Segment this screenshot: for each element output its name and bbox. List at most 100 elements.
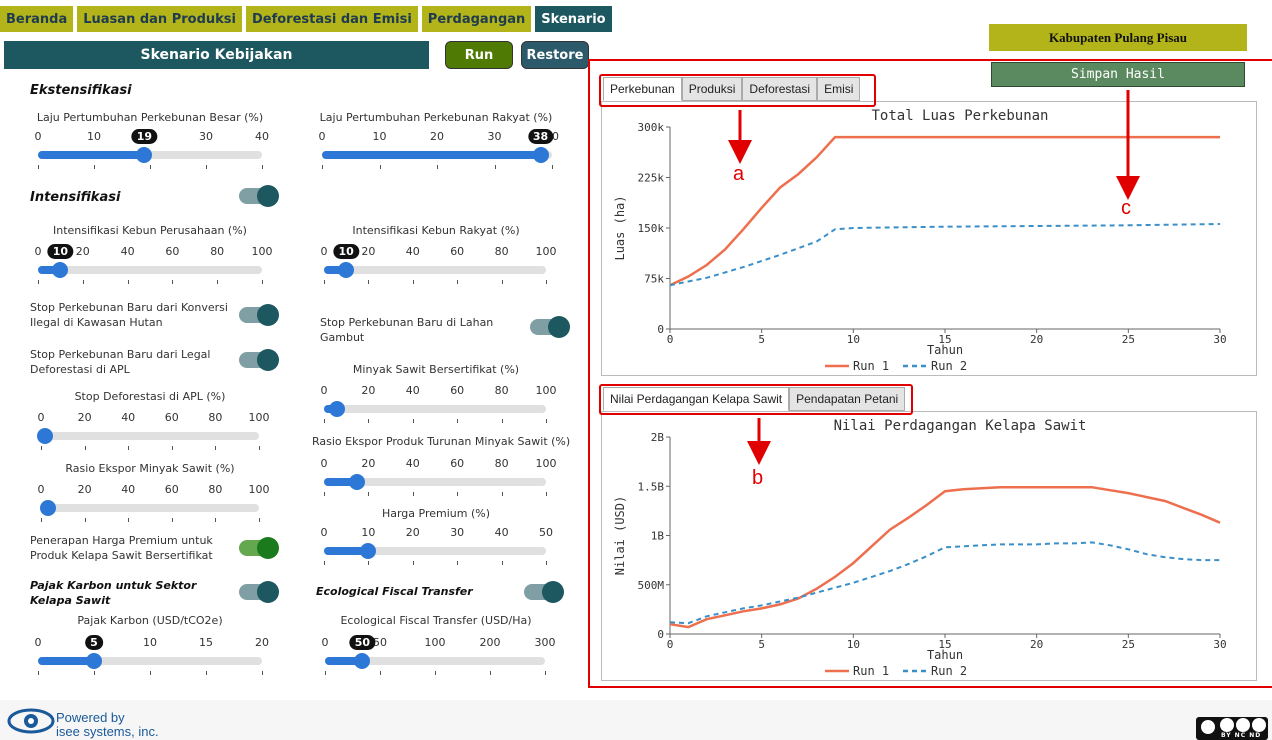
slider-tick-label: 50: [539, 526, 553, 539]
slider-tick: [494, 165, 496, 169]
slider-tick-label: 100: [251, 245, 273, 258]
slider-tick-label: 10: [143, 636, 157, 649]
slider-track[interactable]: [38, 266, 262, 274]
slider-tick-label: 20: [77, 483, 92, 496]
slider-tick: [38, 165, 39, 169]
label-rasio-turunan: Rasio Ekspor Produk Turunan Minyak Sawit…: [312, 435, 571, 448]
slider-tick-label: 80: [494, 384, 509, 397]
label-pajak-karbon: Pajak Karbon (USD/tCO2e): [77, 614, 223, 627]
toggle-stop-ilegal[interactable]: [239, 304, 279, 326]
x-axis-label: Tahun: [927, 648, 963, 662]
slider-track[interactable]: [324, 266, 546, 274]
slider-rasio-minyak[interactable]: 0 20 40 60 80 100: [38, 483, 270, 533]
slider-tick-label: 80: [208, 483, 223, 496]
toggle-eft[interactable]: [524, 581, 564, 603]
slider-tick: [262, 165, 263, 169]
slider-laju-rakyat[interactable]: 01020304038: [319, 129, 559, 180]
slider-tick: [82, 280, 84, 284]
toggle-knob: [257, 581, 279, 603]
cc-license-badge[interactable]: BY NC ND: [1196, 717, 1268, 740]
slider-thumb[interactable]: [354, 653, 371, 669]
x-axis-label: Tahun: [927, 343, 963, 357]
slider-minyak-sertifikat[interactable]: 0 20 40 60 80 100: [321, 384, 557, 434]
slider-int-rakyat[interactable]: 0 20 40 60 80 100 10: [321, 244, 557, 295]
slider-track[interactable]: [38, 657, 262, 665]
x-tick-label: 10: [847, 638, 860, 651]
slider-pajak-karbon[interactable]: 051015205: [35, 635, 269, 686]
slider-thumb[interactable]: [338, 262, 355, 278]
license-text: BY NC ND: [1221, 732, 1262, 739]
slider-track[interactable]: [322, 151, 552, 159]
x-tick-label: 10: [847, 333, 860, 346]
slider-eft[interactable]: 0 50 100 200 300 50: [321, 635, 556, 686]
slider-tick: [324, 492, 325, 496]
toggle-stop-legal[interactable]: [239, 349, 279, 371]
slider-tick-label: 0: [37, 411, 45, 424]
nav-tab-luasan-produksi[interactable]: Luasan dan Produksi: [77, 6, 242, 32]
toggle-knob: [257, 349, 279, 371]
toggle-intensifikasi[interactable]: [239, 185, 279, 207]
slider-tick-label: 20: [255, 636, 269, 649]
slider-tick: [94, 165, 95, 169]
slider-thumb[interactable]: [86, 653, 102, 669]
y-tick-label: 75k: [644, 273, 664, 286]
slider-tick: [324, 419, 325, 423]
isee-eye-icon: [7, 708, 55, 734]
slider-tick: [128, 518, 130, 522]
slider-tick: [457, 492, 459, 496]
y-tick-label: 0: [657, 323, 664, 336]
slider-track[interactable]: [324, 547, 546, 555]
slider-tick: [171, 518, 173, 522]
slider-tick-label: 60: [164, 411, 179, 424]
slider-tick-label: 0: [321, 636, 329, 649]
slider-tick-label: 30: [199, 130, 213, 143]
run-button[interactable]: Run: [445, 41, 513, 69]
slider-tick: [262, 280, 263, 284]
section-intensifikasi: Intensifikasi: [30, 190, 121, 205]
slider-thumb[interactable]: [136, 147, 153, 163]
toggle-pajak-karbon[interactable]: [239, 581, 279, 603]
label-harga-premium: Harga Premium (%): [381, 507, 491, 520]
slider-thumb[interactable]: [329, 401, 346, 417]
nav-tab-perdagangan[interactable]: Perdagangan: [421, 6, 532, 32]
nav-tab-skenario[interactable]: Skenario: [535, 6, 612, 32]
slider-thumb[interactable]: [39, 500, 56, 516]
slider-tick: [501, 419, 503, 423]
slider-tick: [501, 280, 503, 284]
annotation-box-a: [599, 74, 876, 107]
slider-harga-premium[interactable]: 0 10 20 30 40 50: [321, 526, 553, 576]
slider-thumb[interactable]: [360, 543, 377, 559]
slider-tick: [217, 280, 219, 284]
slider-thumb[interactable]: [52, 262, 69, 278]
slider-thumb[interactable]: [532, 147, 549, 163]
slider-track[interactable]: [41, 432, 259, 440]
slider-rasio-turunan[interactable]: 0 20 40 60 80 100: [321, 457, 557, 507]
slider-tick-label: 0: [34, 245, 42, 258]
chart-title: Total Luas Perkebunan: [871, 108, 1048, 124]
slider-tick: [368, 492, 370, 496]
restore-button[interactable]: Restore: [521, 41, 589, 69]
slider-int-perusahaan[interactable]: 0 20 40 60 80 100 10: [34, 244, 273, 295]
slider-track[interactable]: [41, 504, 259, 512]
slider-tick-label: 80: [494, 457, 509, 470]
slider-tick: [38, 671, 39, 675]
y-tick-label: 150k: [638, 222, 665, 235]
toggle-stop-gambut[interactable]: [530, 316, 570, 338]
nd-icon: [1252, 718, 1266, 732]
slider-laju-besar[interactable]: 01020304019: [35, 129, 269, 180]
slider-tick-label: 50: [373, 636, 387, 649]
y-tick-label: 1.5B: [638, 480, 665, 493]
slider-tick: [38, 280, 39, 284]
slider-track[interactable]: [324, 405, 546, 413]
slider-stop-def-apl[interactable]: 0 20 40 60 80 100: [37, 411, 270, 461]
slider-tick: [546, 419, 547, 423]
nav-tab-deforestasi-emisi[interactable]: Deforestasi dan Emisi: [245, 6, 418, 32]
slider-tick: [412, 492, 414, 496]
toggle-penerapan-premium[interactable]: [239, 537, 279, 559]
label-minyak-sertifikat: Minyak Sawit Bersertifikat (%): [352, 363, 520, 376]
slider-thumb[interactable]: [37, 428, 54, 444]
slider-tick: [172, 280, 174, 284]
slider-thumb[interactable]: [349, 474, 366, 490]
powered-by: Powered by isee systems, inc.: [56, 711, 159, 739]
nav-tab-beranda[interactable]: Beranda: [0, 6, 74, 32]
